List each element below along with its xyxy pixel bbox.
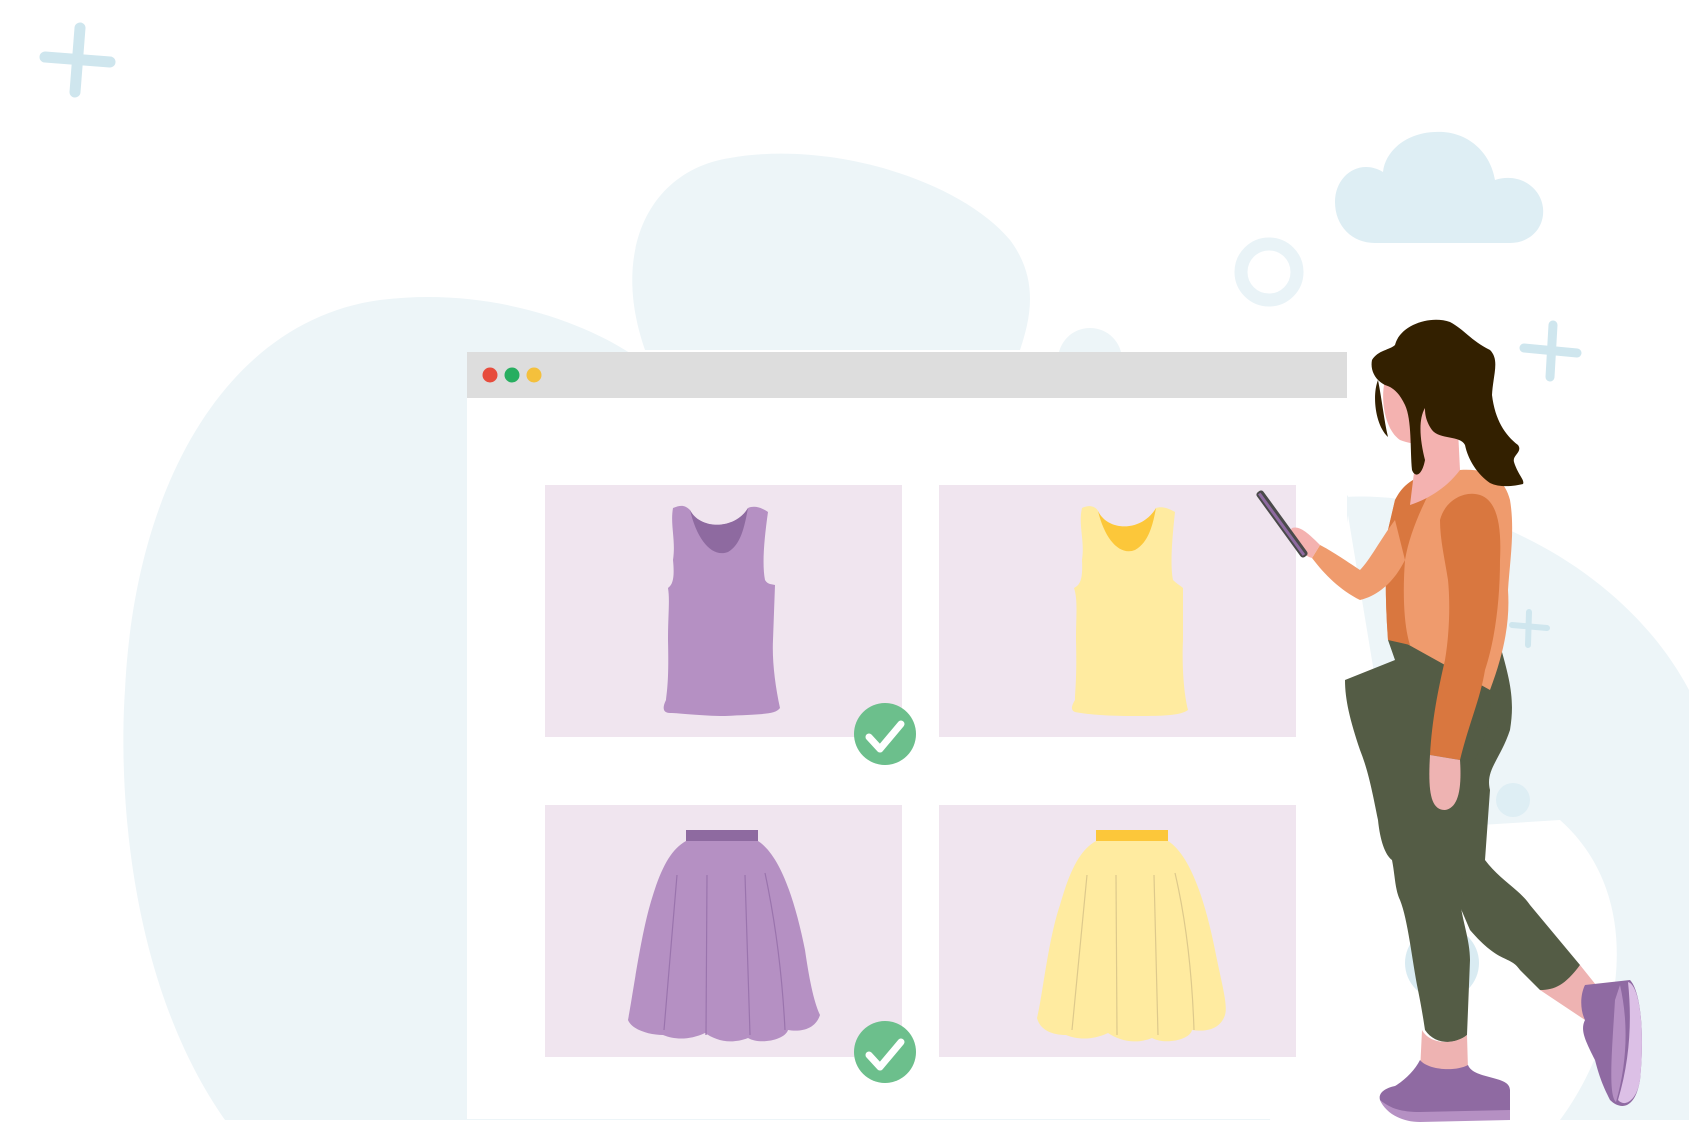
illustration-stage (0, 0, 1689, 1124)
plus-sparkle-icon (1519, 320, 1582, 382)
window-maximize-dot[interactable] (526, 367, 542, 383)
browser-title-bar (467, 352, 1347, 398)
tank-top-yellow-image (1071, 506, 1188, 716)
window-close-dot[interactable] (482, 367, 498, 383)
small-dot (1496, 783, 1530, 817)
background-blob-top (632, 153, 1030, 350)
tank-top-purple-image (663, 505, 780, 716)
ring-icon (1234, 237, 1304, 307)
plus-sparkle-icon (39, 22, 116, 98)
checkmark-icon (854, 1021, 916, 1083)
window-minimize-dot[interactable] (504, 367, 520, 383)
scene-svg (39, 22, 1689, 1122)
checkmark-icon (854, 703, 916, 765)
cloud-icon (1335, 131, 1544, 243)
